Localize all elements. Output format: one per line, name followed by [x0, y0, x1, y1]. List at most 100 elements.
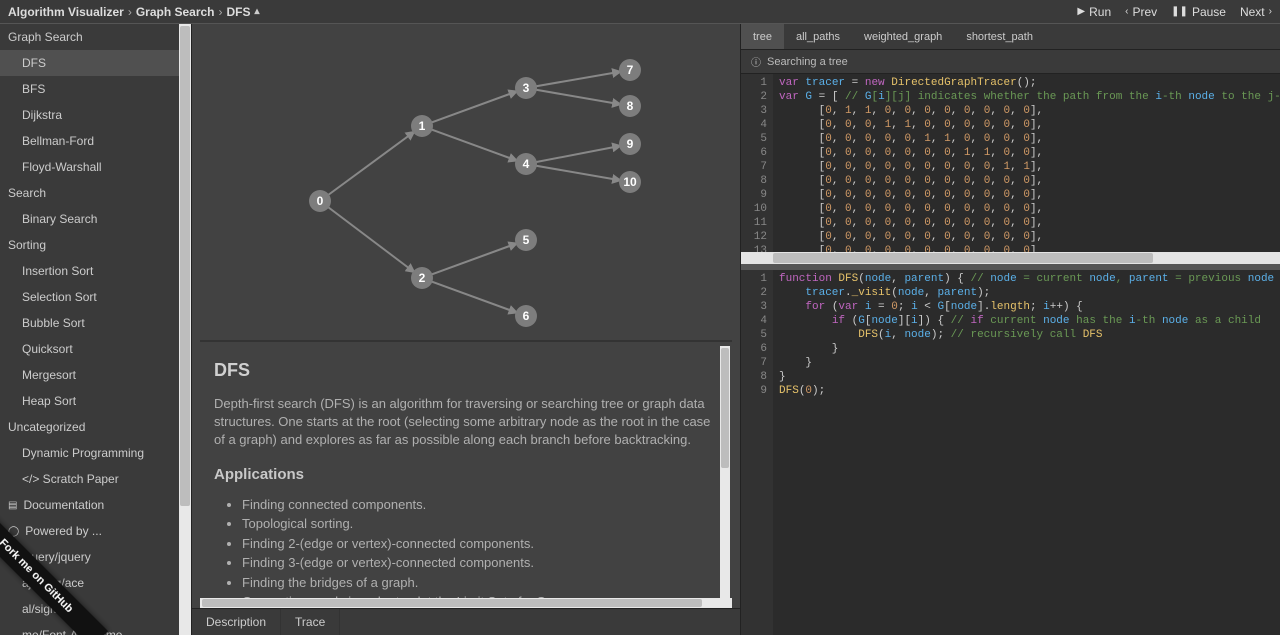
sidebar-category[interactable]: Uncategorized	[0, 414, 179, 440]
code-editor-top[interactable]: 1 2 3 4 5 6 7 8 9 10 11 12 13 14 15 var …	[741, 74, 1280, 264]
sidebar-item[interactable]: Insertion Sort	[0, 258, 179, 284]
run-button[interactable]: ▶Run	[1077, 5, 1111, 19]
pause-button[interactable]: ❚❚Pause	[1171, 5, 1226, 19]
graph-edge	[526, 70, 630, 88]
scrollbar-thumb[interactable]	[773, 253, 1153, 263]
breadcrumb-category[interactable]: Graph Search	[136, 5, 215, 19]
code-editor-bottom[interactable]: 1 2 3 4 5 6 7 8 9 function DFS(node, par…	[741, 264, 1280, 635]
chevron-right-icon: ›	[1269, 6, 1272, 17]
prev-button[interactable]: ‹Prev	[1125, 5, 1157, 19]
sidebar-item[interactable]: Mergesort	[0, 362, 179, 388]
application-item: Finding 3-(edge or vertex)-connected com…	[242, 553, 718, 573]
center-horizontal-scrollbar[interactable]	[200, 598, 732, 608]
sidebar-item[interactable]: me/Font-Awesome	[0, 622, 179, 635]
sidebar-category[interactable]: Graph Search	[0, 24, 179, 50]
github-icon: ◯	[8, 526, 19, 537]
graph-node-label: 9	[627, 137, 634, 151]
tab-description[interactable]: Description	[192, 609, 281, 635]
sidebar-item[interactable]: Quicksort	[0, 336, 179, 362]
code-content[interactable]: function DFS(node, parent) { // node = c…	[779, 272, 1280, 398]
sidebar-item[interactable]: jquery/jquery	[0, 544, 179, 570]
graph-node-label: 10	[623, 175, 637, 189]
bottom-tabs: Description Trace	[192, 608, 740, 635]
sidebar-item[interactable]: Dijkstra	[0, 102, 179, 128]
graph-node-label: 1	[419, 119, 426, 133]
graph-node-label: 4	[523, 157, 530, 171]
info-icon: ⓘ	[751, 54, 761, 69]
graph-node-label: 3	[523, 81, 530, 95]
editor-horizontal-scrollbar[interactable]	[741, 252, 1280, 264]
description-scrollbar[interactable]	[720, 346, 730, 604]
graph-visualization[interactable]: 0 1 2 3 4 5 6 7 8 9 10	[200, 32, 732, 332]
sidebar-item[interactable]: ajaxorg/ace	[0, 570, 179, 596]
code-tab[interactable]: weighted_graph	[852, 24, 954, 49]
graph-edge	[422, 278, 526, 316]
toolbar-actions: ▶Run ‹Prev ❚❚Pause Next›	[1077, 5, 1272, 19]
graph-edge	[526, 88, 630, 106]
application-item: Finding 2-(edge or vertex)-connected com…	[242, 534, 718, 554]
graph-edge	[422, 88, 526, 126]
chevron-up-icon[interactable]: ▴	[255, 6, 260, 17]
description-pane[interactable]: DFS Depth-first search (DFS) is an algor…	[200, 340, 732, 608]
sidebar-item[interactable]: Bellman-Ford	[0, 128, 179, 154]
graph-edge	[526, 164, 630, 182]
sidebar[interactable]: Graph SearchDFSBFSDijkstraBellman-FordFl…	[0, 24, 179, 635]
sidebar-footer-label: Documentation	[23, 498, 104, 512]
gutter: 1 2 3 4 5 6 7 8 9	[741, 270, 773, 635]
scrollbar-thumb[interactable]	[721, 348, 729, 468]
sidebar-item[interactable]: Dynamic Programming	[0, 440, 179, 466]
sidebar-item[interactable]: DFS	[0, 50, 179, 76]
graph-edge	[320, 126, 422, 201]
titlebar: Algorithm Visualizer › Graph Search › DF…	[0, 0, 1280, 24]
graph-node-label: 8	[627, 99, 634, 113]
code-tabs: treeall_pathsweighted_graphshortest_path	[741, 24, 1280, 50]
sidebar-item[interactable]: Heap Sort	[0, 388, 179, 414]
code-tab[interactable]: shortest_path	[954, 24, 1045, 49]
sidebar-item[interactable]: al/sigma.js	[0, 596, 179, 622]
graph-node-label: 2	[419, 271, 426, 285]
applications-heading: Applications	[214, 466, 718, 483]
play-icon: ▶	[1077, 6, 1085, 17]
graph-node-label: 0	[317, 194, 324, 208]
gutter: 1 2 3 4 5 6 7 8 9 10 11 12 13 14 15	[741, 74, 773, 264]
application-item: Finding the bridges of a graph.	[242, 573, 718, 593]
graph-edge	[526, 144, 630, 164]
book-icon: ▤	[8, 500, 17, 511]
graph-node-label: 5	[523, 233, 530, 247]
sidebar-item[interactable]: </> Scratch Paper	[0, 466, 179, 492]
tab-trace[interactable]: Trace	[281, 609, 340, 635]
sidebar-scrollbar[interactable]	[179, 24, 191, 635]
chevron-left-icon: ‹	[1125, 6, 1128, 17]
sidebar-category[interactable]: Search	[0, 180, 179, 206]
pause-icon: ❚❚	[1171, 6, 1188, 17]
scrollbar-thumb[interactable]	[180, 26, 190, 506]
sidebar-category[interactable]: Sorting	[0, 232, 179, 258]
graph-node-label: 7	[627, 63, 634, 77]
breadcrumb-app[interactable]: Algorithm Visualizer	[8, 5, 124, 19]
graph-edge	[422, 126, 526, 164]
application-item: Topological sorting.	[242, 514, 718, 534]
code-content[interactable]: var tracer = new DirectedGraphTracer(); …	[779, 76, 1280, 264]
sidebar-footer-item[interactable]: ◯ Powered by ...	[0, 518, 179, 544]
breadcrumb-algo[interactable]: DFS	[227, 5, 251, 19]
breadcrumb-sep: ›	[128, 5, 132, 19]
description-title: DFS	[214, 360, 718, 381]
sidebar-item[interactable]: BFS	[0, 76, 179, 102]
graph-node-label: 6	[523, 309, 530, 323]
scrollbar-thumb[interactable]	[202, 599, 702, 607]
code-tab[interactable]: all_paths	[784, 24, 852, 49]
graph-edge	[422, 240, 526, 278]
sidebar-footer-item[interactable]: ▤ Documentation	[0, 492, 179, 518]
info-text: Searching a tree	[767, 56, 848, 68]
sidebar-item[interactable]: Selection Sort	[0, 284, 179, 310]
breadcrumb: Algorithm Visualizer › Graph Search › DF…	[8, 5, 260, 19]
sidebar-item[interactable]: Floyd-Warshall	[0, 154, 179, 180]
code-tab[interactable]: tree	[741, 24, 784, 49]
application-item: Finding connected components.	[242, 495, 718, 515]
sidebar-item[interactable]: Bubble Sort	[0, 310, 179, 336]
sidebar-footer-label: Powered by ...	[25, 524, 102, 538]
applications-list: Finding connected components.Topological…	[214, 495, 718, 608]
next-button[interactable]: Next›	[1240, 5, 1272, 19]
sidebar-item[interactable]: Binary Search	[0, 206, 179, 232]
graph-edge	[320, 201, 422, 278]
